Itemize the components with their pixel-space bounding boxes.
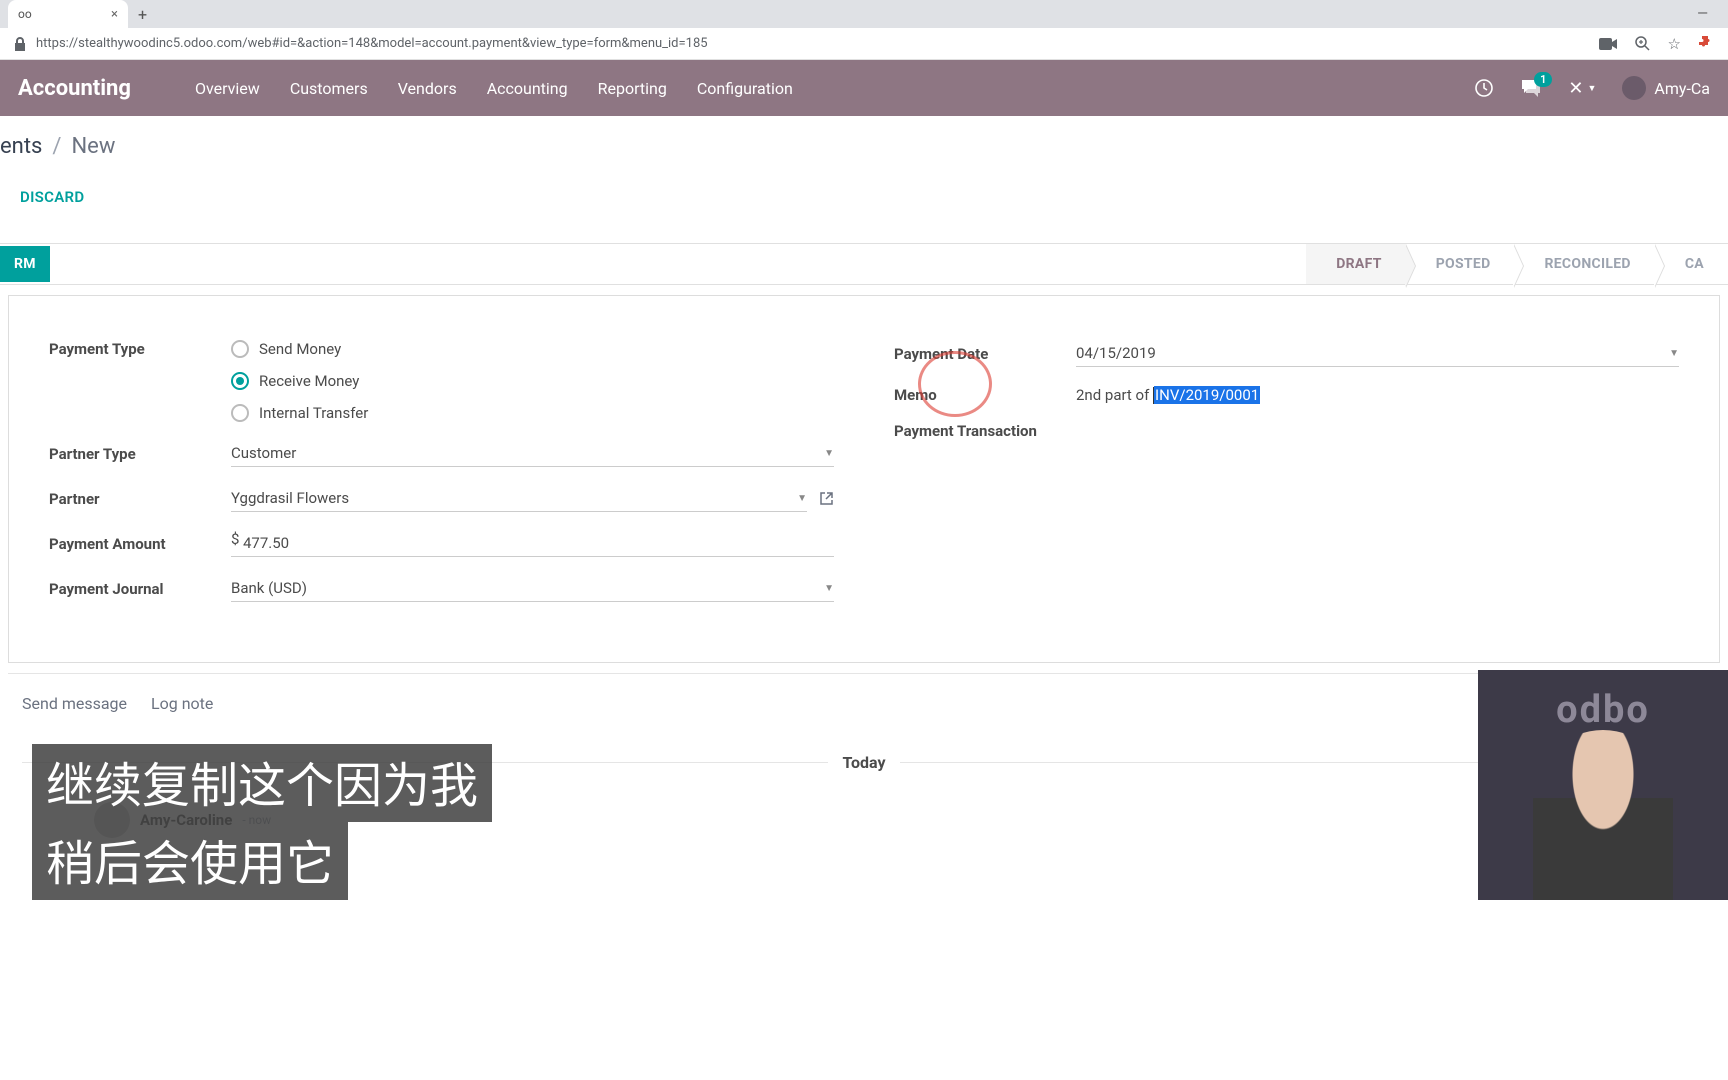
user-menu[interactable]: Amy-Ca <box>1622 76 1710 100</box>
webcam-logo: odbo <box>1556 688 1650 732</box>
camera-icon[interactable] <box>1599 37 1617 51</box>
status-posted[interactable]: POSTED <box>1406 244 1515 284</box>
date-separator: Today <box>828 753 899 772</box>
subtitle-line-2: 稍后会使用它 <box>32 822 348 900</box>
memo-label: Memo <box>894 386 1076 404</box>
puzzle-icon[interactable] <box>1699 36 1714 51</box>
avatar <box>1622 76 1646 100</box>
browser-tab[interactable]: oo × <box>8 0 128 28</box>
radio-icon <box>231 340 249 358</box>
status-draft[interactable]: DRAFT <box>1306 244 1405 284</box>
lock-icon <box>14 37 26 51</box>
nav-configuration[interactable]: Configuration <box>697 79 793 98</box>
nav-accounting[interactable]: Accounting <box>487 79 568 98</box>
radio-label: Receive Money <box>259 372 359 390</box>
confirm-button[interactable]: RM <box>0 246 50 282</box>
chevron-down-icon: ▼ <box>824 448 834 459</box>
breadcrumb-back[interactable]: ents <box>0 134 42 159</box>
date-input[interactable]: 04/15/2019 ▼ <box>1076 340 1679 367</box>
chevron-down-icon: ▼ <box>824 583 834 594</box>
status-reconciled[interactable]: RECONCILED <box>1514 244 1654 284</box>
subtitle-overlay: 继续复制这个因为我 稍后会使用它 <box>32 744 492 900</box>
external-link-icon[interactable] <box>819 491 834 506</box>
url-text[interactable]: https://stealthywoodinc5.odoo.com/web#id… <box>36 36 1589 51</box>
webcam-person <box>1533 730 1673 900</box>
breadcrumb: ents / New <box>0 134 1728 159</box>
new-tab-button[interactable]: + <box>128 5 157 24</box>
log-note-button[interactable]: Log note <box>151 694 213 713</box>
app-header: Accounting Overview Customers Vendors Ac… <box>0 60 1728 116</box>
amount-input[interactable] <box>231 530 834 557</box>
date-value: 04/15/2019 <box>1076 344 1156 362</box>
status-cancelled[interactable]: CA <box>1655 244 1728 284</box>
close-menu-icon[interactable]: ✕▼ <box>1568 78 1596 99</box>
radio-label: Send Money <box>259 340 341 358</box>
select-value: Customer <box>231 444 296 462</box>
minimize-icon[interactable]: — <box>1697 6 1708 22</box>
breadcrumb-current: New <box>71 134 115 159</box>
partner-select[interactable]: Yggdrasil Flowers ▼ <box>231 485 807 512</box>
discard-button[interactable]: DISCARD <box>0 188 104 206</box>
amount-label: Payment Amount <box>49 535 231 553</box>
tab-title: oo <box>18 7 32 21</box>
url-bar: https://stealthywoodinc5.odoo.com/web#id… <box>0 28 1728 60</box>
breadcrumb-sep: / <box>52 134 61 159</box>
form-sheet: Payment Type Send Money Receive Money In… <box>8 295 1720 663</box>
nav-overview[interactable]: Overview <box>195 79 260 98</box>
radio-internal-transfer[interactable]: Internal Transfer <box>231 404 834 422</box>
radio-label: Internal Transfer <box>259 404 368 422</box>
radio-icon <box>231 404 249 422</box>
main-nav: Overview Customers Vendors Accounting Re… <box>195 79 793 98</box>
radio-icon <box>231 372 249 390</box>
nav-customers[interactable]: Customers <box>290 79 368 98</box>
memo-text: 2nd part of <box>1076 386 1153 404</box>
payment-type-label: Payment Type <box>49 340 231 358</box>
messages-icon[interactable]: 1 <box>1520 78 1542 98</box>
partner-label: Partner <box>49 490 231 508</box>
txn-label: Payment Transaction <box>894 422 1076 440</box>
browser-tab-strip: oo × + — <box>0 0 1728 28</box>
zoom-icon[interactable] <box>1635 36 1650 51</box>
status-steps: DRAFT POSTED RECONCILED CA <box>1306 244 1728 284</box>
send-message-button[interactable]: Send message <box>22 694 127 713</box>
close-tab-icon[interactable]: × <box>111 7 118 22</box>
radio-send-money[interactable]: Send Money <box>231 340 834 358</box>
user-name: Amy-Ca <box>1654 79 1710 98</box>
date-label: Payment Date <box>894 345 1076 363</box>
nav-reporting[interactable]: Reporting <box>598 79 667 98</box>
app-title[interactable]: Accounting <box>18 76 131 101</box>
partner-type-select[interactable]: Customer ▼ <box>231 440 834 467</box>
radio-receive-money[interactable]: Receive Money <box>231 372 834 390</box>
star-icon[interactable]: ☆ <box>1668 35 1681 53</box>
clock-icon[interactable] <box>1474 78 1494 98</box>
partner-type-label: Partner Type <box>49 445 231 463</box>
webcam-overlay: odbo <box>1478 670 1728 900</box>
journal-select[interactable]: Bank (USD) ▼ <box>231 575 834 602</box>
select-value: Bank (USD) <box>231 579 307 597</box>
select-value: Yggdrasil Flowers <box>231 489 349 507</box>
status-bar: RM DRAFT POSTED RECONCILED CA <box>0 243 1728 285</box>
chevron-down-icon: ▼ <box>1669 348 1679 359</box>
message-badge: 1 <box>1534 72 1552 87</box>
chevron-down-icon: ▼ <box>797 493 807 504</box>
currency-symbol: $ <box>231 530 239 548</box>
memo-input[interactable]: 2nd part of INV/2019/0001 <box>1076 385 1679 404</box>
nav-vendors[interactable]: Vendors <box>398 79 457 98</box>
memo-selection: INV/2019/0001 <box>1154 386 1260 404</box>
journal-label: Payment Journal <box>49 580 231 598</box>
window-controls: — <box>1697 6 1720 22</box>
subtitle-line-1: 继续复制这个因为我 <box>32 744 492 822</box>
